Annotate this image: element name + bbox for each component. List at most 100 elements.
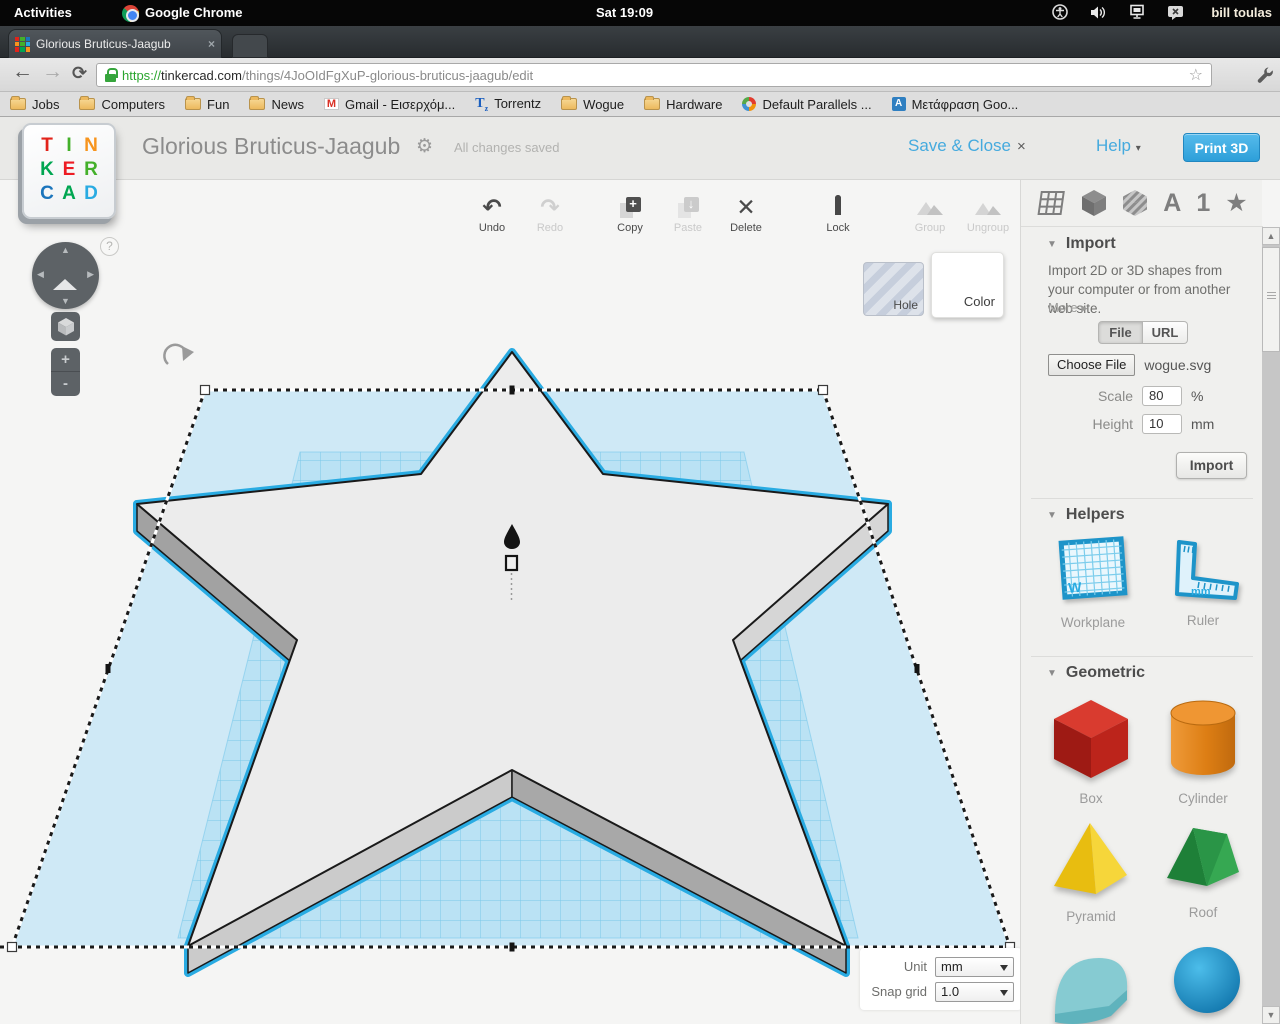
clock[interactable]: Sat 19:09 <box>596 0 653 26</box>
bookmark-computers[interactable]: Computers <box>79 97 165 112</box>
choose-file-button[interactable]: Choose File <box>1048 354 1135 376</box>
scroll-down-icon[interactable]: ▼ <box>1262 1006 1280 1024</box>
bookmark-translate[interactable]: AΜετάφραση Goo... <box>892 97 1019 112</box>
joomla-icon <box>742 97 756 111</box>
solid-shapes-icon[interactable] <box>1081 189 1107 217</box>
bookmark-jobs[interactable]: Jobs <box>10 97 59 112</box>
scroll-up-icon[interactable]: ▲ <box>1262 227 1280 245</box>
user-menu[interactable]: bill toulas <box>1211 0 1272 26</box>
snap-grid-label: Snap grid <box>871 984 927 999</box>
sidebar-scrollbar[interactable]: ▲ ▼ <box>1262 227 1280 1024</box>
bookmark-gmail[interactable]: MGmail - Εισερχόμ... <box>324 97 455 112</box>
pyramid-shape[interactable]: Pyramid <box>1041 818 1141 924</box>
bookmark-parallels[interactable]: Default Parallels ... <box>742 97 871 112</box>
sphere-shape[interactable] <box>1157 944 1257 1024</box>
chat-icon[interactable] <box>1167 5 1184 20</box>
reload-button[interactable]: ⟳ <box>72 63 87 84</box>
back-button[interactable]: ← <box>12 60 33 84</box>
help-bubble[interactable]: ? <box>100 237 119 256</box>
paraboloid-shape[interactable] <box>1041 940 1141 1024</box>
accessibility-icon[interactable] <box>1052 4 1068 20</box>
zoom-in-button[interactable]: + <box>51 348 80 372</box>
chrome-icon <box>122 5 139 22</box>
browser-tab[interactable]: Glorious Bruticus-Jaagub × <box>8 29 222 58</box>
height-input[interactable]: 10 <box>1142 414 1182 434</box>
cylinder-shape[interactable]: Cylinder <box>1153 696 1253 806</box>
file-tab[interactable]: File <box>1098 321 1143 344</box>
activities-button[interactable]: Activities <box>14 0 72 26</box>
geometric-section-header[interactable]: ▼ Geometric <box>1021 664 1145 682</box>
bookmark-news[interactable]: News <box>249 97 304 112</box>
number-shapes-icon[interactable]: 1 <box>1196 191 1210 216</box>
pan-down-icon[interactable]: ▼ <box>61 296 70 306</box>
display-icon[interactable] <box>1129 4 1145 20</box>
pyramid-icon <box>1049 818 1133 900</box>
paste-button[interactable]: ↓ Paste <box>659 194 717 234</box>
import-button[interactable]: Import <box>1176 452 1247 479</box>
view-navigation-pad[interactable]: ▲ ▼ ◀ ▶ <box>32 242 99 309</box>
choose-file-row: Choose File wogue.svg <box>1048 354 1211 376</box>
folder-icon <box>644 98 660 110</box>
folder-icon <box>79 98 95 110</box>
focused-app-indicator[interactable]: Google Chrome <box>122 0 243 26</box>
design-settings-gear-icon[interactable]: ⚙ <box>416 135 433 158</box>
volume-icon[interactable] <box>1090 5 1107 20</box>
pan-left-icon[interactable]: ◀ <box>37 269 44 280</box>
view-cube-button[interactable] <box>51 312 80 341</box>
hole-swatch[interactable]: Hole <box>863 262 924 316</box>
pan-right-icon[interactable]: ▶ <box>87 269 94 280</box>
translate-icon: A <box>892 97 906 111</box>
bookmark-wogue[interactable]: Wogue <box>561 97 624 112</box>
url-bar[interactable]: https://tinkercad.com/things/4JoOIdFgXuP… <box>96 63 1212 87</box>
delete-button[interactable]: ✕ Delete <box>717 194 775 234</box>
rotate-handle-icon[interactable] <box>164 345 194 364</box>
hole-shapes-icon[interactable] <box>1122 189 1148 217</box>
workplane-category-icon[interactable] <box>1036 190 1066 216</box>
ruler-helper[interactable]: mm Ruler <box>1153 538 1253 628</box>
color-swatch[interactable]: Color <box>931 252 1004 318</box>
collapse-triangle-icon: ▼ <box>1047 668 1057 679</box>
paste-icon: ↓ <box>678 197 699 218</box>
helpers-section-header[interactable]: ▼ Helpers <box>1021 506 1125 524</box>
forward-button[interactable]: → <box>42 60 63 84</box>
lock-icon <box>830 198 846 216</box>
bookmark-torrentz[interactable]: TzTorrentz <box>475 96 541 113</box>
zoom-out-button[interactable]: - <box>51 372 80 396</box>
tinkercad-logo[interactable]: TIN KER CAD <box>22 123 116 219</box>
workspace: ↶ Undo ↷ Redo + Copy ↓ Paste ✕ Delete Lo… <box>0 180 1280 1024</box>
print-3d-button[interactable]: Print 3D <box>1183 133 1260 162</box>
scrollbar-thumb[interactable] <box>1262 247 1280 352</box>
bookmark-star-icon[interactable]: ☆ <box>1189 65 1203 85</box>
url-text: https://tinkercad.com/things/4JoOIdFgXuP… <box>122 68 1183 83</box>
wrench-menu-icon[interactable] <box>1256 66 1274 84</box>
bookmarks-bar: Jobs Computers Fun News MGmail - Εισερχό… <box>0 92 1280 117</box>
bookmark-hardware[interactable]: Hardware <box>644 97 722 112</box>
new-tab-button[interactable] <box>232 34 268 58</box>
ungroup-button[interactable]: Ungroup <box>959 194 1017 234</box>
roof-shape[interactable]: Roof <box>1153 818 1253 920</box>
redo-button[interactable]: ↷ Redo <box>521 194 579 234</box>
save-close-link[interactable]: Save & Close× <box>908 136 1026 156</box>
import-more-link[interactable]: More ▸ <box>1048 300 1088 316</box>
copy-button[interactable]: + Copy <box>601 194 659 234</box>
help-menu[interactable]: Help ▾ <box>1096 136 1141 156</box>
undo-button[interactable]: ↶ Undo <box>463 194 521 234</box>
pan-up-icon[interactable]: ▲ <box>61 245 70 255</box>
box-shape[interactable]: Box <box>1041 696 1141 806</box>
bookmark-fun[interactable]: Fun <box>185 97 229 112</box>
url-tab[interactable]: URL <box>1143 321 1188 344</box>
text-shapes-icon[interactable]: A <box>1163 191 1181 216</box>
unit-select[interactable]: mm <box>935 957 1014 977</box>
tab-close-icon[interactable]: × <box>208 37 215 51</box>
home-view-icon[interactable] <box>53 262 77 286</box>
scale-input[interactable]: 80 <box>1142 386 1182 406</box>
tinkercad-favicon-icon <box>15 37 30 52</box>
group-button[interactable]: Group <box>901 194 959 234</box>
snap-grid-select[interactable]: 1.0 <box>935 982 1014 1002</box>
design-title[interactable]: Glorious Bruticus-Jaagub <box>142 133 400 160</box>
lock-button[interactable]: Lock <box>809 194 867 234</box>
workplane-helper[interactable]: W Workplane <box>1043 536 1143 630</box>
favorites-icon[interactable]: ★ <box>1225 191 1247 216</box>
shapes-sidebar: A 1 ★ ▼ Import Import 2D or 3D shapes fr… <box>1020 180 1262 1024</box>
import-section-header[interactable]: ▼ Import <box>1021 235 1116 253</box>
